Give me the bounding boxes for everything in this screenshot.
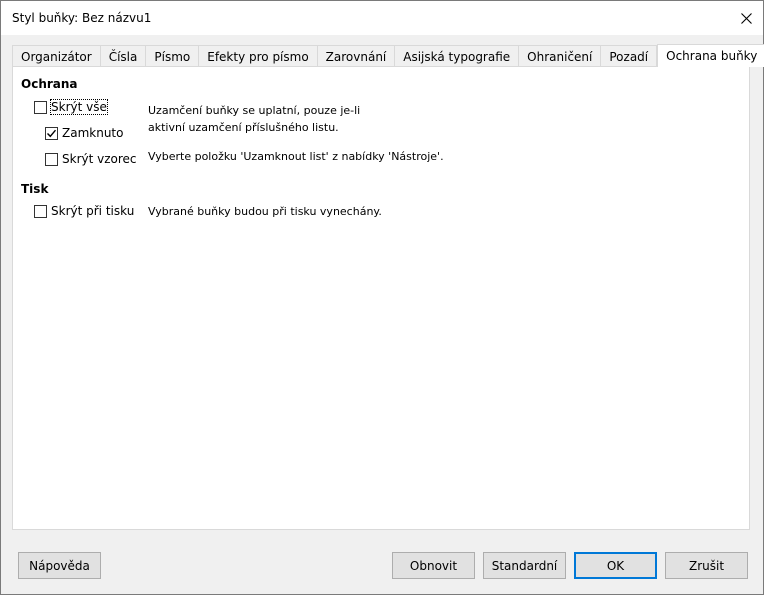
- tab-font-effects[interactable]: Efekty pro písmo: [199, 45, 318, 67]
- menu-description: Vyberte položku 'Uzamknout list' z nabíd…: [148, 150, 444, 163]
- tab-strip: Organizátor Čísla Písmo Efekty pro písmo…: [12, 44, 764, 67]
- hide-print-checkbox[interactable]: [34, 204, 47, 218]
- print-heading: Tisk: [21, 182, 49, 196]
- tab-numbers[interactable]: Čísla: [100, 45, 147, 67]
- lock-description: Uzamčení buňky se uplatní, pouze je-li a…: [148, 104, 361, 134]
- tab-alignment[interactable]: Zarovnání: [317, 45, 396, 67]
- cell-style-dialog: Styl buňky: Bez názvu1 Organizátor Čísla…: [0, 0, 764, 595]
- tab-asian-typography[interactable]: Asijská typografie: [395, 45, 520, 67]
- hide-all-option[interactable]: Skrýt vše: [34, 98, 108, 116]
- close-icon: [740, 12, 752, 24]
- title-bar: Styl buňky: Bez názvu1: [1, 1, 763, 35]
- locked-option[interactable]: Zamknuto: [45, 124, 123, 142]
- ok-button[interactable]: OK: [574, 552, 657, 579]
- hide-print-option[interactable]: Skrýt při tisku: [34, 202, 134, 220]
- tab-cell-protection[interactable]: Ochrana buňky: [657, 44, 764, 67]
- checkmark-icon: [47, 129, 57, 137]
- locked-label: Zamknuto: [62, 126, 124, 140]
- hide-formula-label: Skrýt vzorec: [62, 152, 137, 166]
- hide-print-label: Skrýt při tisku: [51, 204, 135, 218]
- dialog-title: Styl buňky: Bez názvu1: [12, 11, 152, 25]
- protection-heading: Ochrana: [21, 77, 78, 91]
- tab-font[interactable]: Písmo: [146, 45, 200, 67]
- hide-formula-checkbox[interactable]: [45, 152, 58, 166]
- hide-formula-option[interactable]: Skrýt vzorec: [45, 150, 137, 168]
- help-button[interactable]: Nápověda: [18, 552, 101, 579]
- hide-all-label: Skrýt vše: [50, 99, 108, 115]
- close-button[interactable]: [729, 1, 763, 35]
- hide-all-checkbox[interactable]: [34, 100, 47, 114]
- standard-button[interactable]: Standardní: [483, 552, 566, 579]
- tab-organizer[interactable]: Organizátor: [12, 45, 101, 67]
- print-description: Vybrané buňky budou při tisku vynechány.: [148, 205, 382, 218]
- tab-borders[interactable]: Ohraničení: [519, 45, 602, 67]
- reset-button[interactable]: Obnovit: [392, 552, 475, 579]
- locked-checkbox[interactable]: [45, 126, 58, 140]
- cell-protection-panel: Ochrana Skrýt vše Zamknuto Skrýt vzorec …: [12, 66, 750, 530]
- cancel-button[interactable]: Zrušit: [665, 552, 748, 579]
- tab-background[interactable]: Pozadí: [601, 45, 658, 67]
